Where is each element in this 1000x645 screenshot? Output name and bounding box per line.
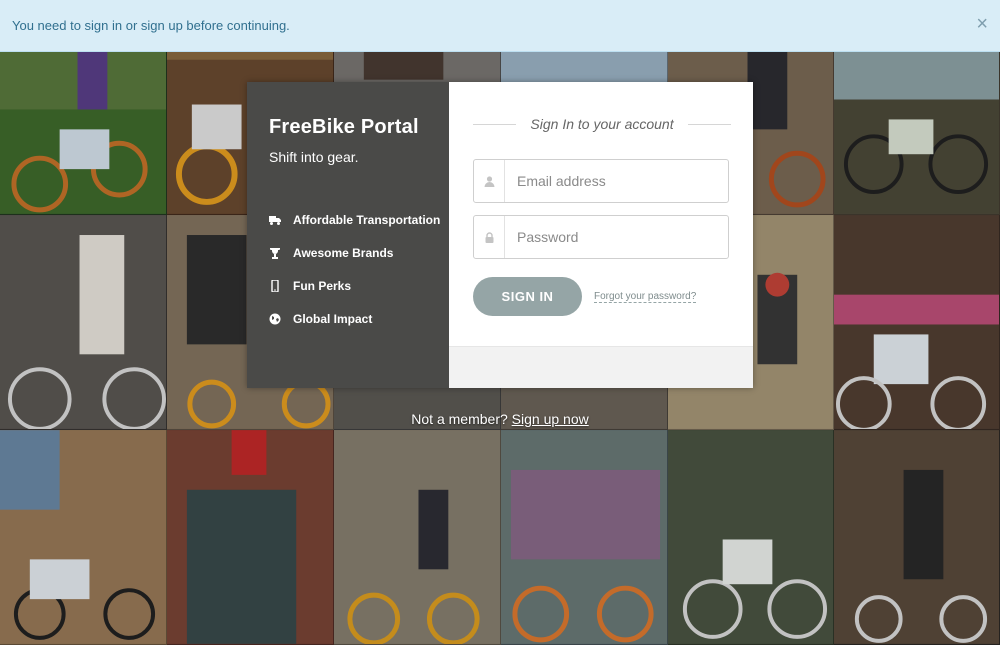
feature-label: Global Impact: [293, 311, 373, 326]
forgot-password-link[interactable]: Forgot your password?: [594, 291, 697, 303]
truck-icon: [269, 214, 281, 226]
signup-prompt: Not a member? Sign up now: [0, 411, 1000, 427]
feature-item: Awesome Brands: [269, 236, 449, 269]
brand-panel: FreeBike Portal Shift into gear. Afforda…: [247, 82, 449, 388]
heading-rule: [687, 123, 732, 125]
feature-label: Affordable Transportation: [293, 212, 441, 227]
flash-alert: You need to sign in or sign up before co…: [0, 0, 1000, 52]
close-icon[interactable]: ×: [976, 14, 988, 34]
lock-icon: [474, 216, 505, 258]
password-field[interactable]: [473, 215, 729, 259]
feature-list: Affordable Transportation Awesome Brands…: [269, 203, 449, 335]
mobile-icon: [269, 279, 281, 292]
signup-link[interactable]: Sign up now: [512, 411, 589, 427]
signup-prompt-text: Not a member?: [411, 411, 508, 427]
feature-label: Fun Perks: [293, 278, 352, 293]
globe-icon: [269, 313, 281, 325]
signin-panel: Sign In to your account SIGN IN Forgot y…: [449, 82, 753, 388]
signin-heading-text: Sign In to your account: [530, 116, 674, 132]
alert-message: You need to sign in or sign up before co…: [12, 18, 290, 33]
feature-label: Awesome Brands: [293, 245, 394, 260]
trophy-icon: [269, 247, 281, 259]
brand-tagline: Shift into gear.: [269, 149, 359, 165]
feature-item: Fun Perks: [269, 269, 449, 302]
feature-item: Affordable Transportation: [269, 203, 449, 236]
heading-rule: [473, 123, 517, 125]
brand-title: FreeBike Portal: [269, 116, 419, 138]
login-card: FreeBike Portal Shift into gear. Afforda…: [247, 82, 753, 388]
email-input[interactable]: [505, 160, 728, 202]
signin-button[interactable]: SIGN IN: [473, 277, 582, 316]
signin-heading: Sign In to your account: [473, 115, 732, 133]
user-icon: [474, 160, 505, 202]
password-input[interactable]: [505, 216, 728, 258]
feature-item: Global Impact: [269, 302, 449, 335]
email-field[interactable]: [473, 159, 729, 203]
signin-panel-footer: [449, 346, 753, 388]
